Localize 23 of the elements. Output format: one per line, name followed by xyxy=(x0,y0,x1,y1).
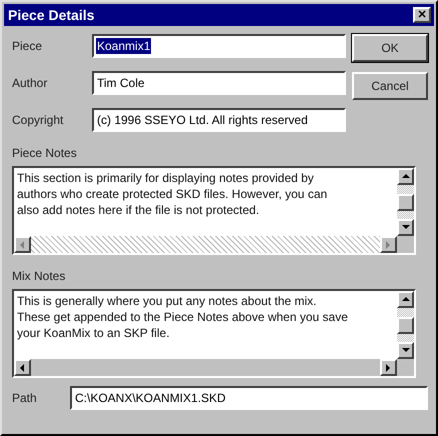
input-field[interactable]: (c) 1996 SSEYO Ltd. All rights reserved xyxy=(92,108,346,132)
ok-button[interactable]: OK xyxy=(352,34,428,62)
field-label: Copyright xyxy=(12,113,64,127)
notes-text-area[interactable]: This is generally where you put any notes about the mix. These get appended to the Piece Notes above when you save your KoanMix to an SKP file. xyxy=(14,291,397,359)
field-label: Author xyxy=(12,76,48,90)
vertical-scrollbar[interactable] xyxy=(397,291,414,359)
field-label: Piece xyxy=(12,39,44,53)
notes-text-area[interactable]: This section is primarily for displaying notes provided by authors who create protected SKD files. However, you can also add notes here if the file is not protected. xyxy=(14,168,397,236)
horizontal-scrollbar[interactable] xyxy=(14,359,397,376)
field-value: Tim Cole xyxy=(96,75,146,91)
section-label: Mix Notes xyxy=(12,269,66,283)
close-button[interactable]: ✕ xyxy=(413,7,431,23)
field-value: C:\KOANX\KOANMIX1.SKD xyxy=(74,390,227,406)
field-value: Koanmix1 xyxy=(96,38,152,54)
field-label: Path xyxy=(12,391,38,405)
cancel-button[interactable]: Cancel xyxy=(352,72,428,100)
input-field[interactable]: C:\KOANX\KOANMIX1.SKD xyxy=(70,386,428,410)
field-value: (c) 1996 SSEYO Ltd. All rights reserved xyxy=(96,112,309,128)
input-field[interactable]: Tim Cole xyxy=(92,71,346,95)
window-title: Piece Details xyxy=(8,7,94,23)
vertical-scrollbar[interactable] xyxy=(397,168,414,236)
input-field[interactable]: Koanmix1 xyxy=(92,34,346,58)
section-label: Piece Notes xyxy=(12,146,78,160)
